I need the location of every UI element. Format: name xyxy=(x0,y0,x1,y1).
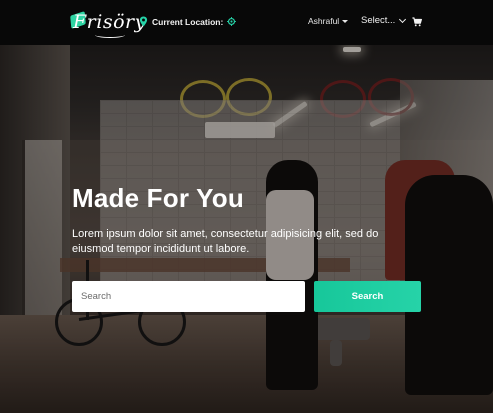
map-pin-icon xyxy=(139,16,148,27)
chevron-down-icon xyxy=(399,15,407,23)
user-menu[interactable]: Ashraful xyxy=(308,16,349,26)
hero-headline: Made For You xyxy=(72,183,244,213)
search-input[interactable] xyxy=(72,281,305,312)
caret-down-icon xyxy=(342,19,349,23)
logo-swoosh xyxy=(95,32,125,38)
current-location[interactable]: Current Location: xyxy=(139,16,237,27)
top-navbar: Frisöry Current Location: Ashraful Selec… xyxy=(0,0,493,45)
select-label: Select... xyxy=(361,15,396,26)
location-label: Current Location: xyxy=(152,16,224,27)
hero-subtext: Lorem ipsum dolor sit amet, consectetur … xyxy=(72,228,379,255)
crosshair-target-icon[interactable] xyxy=(227,17,237,26)
user-name-label: Ashraful xyxy=(308,16,340,26)
brand-logo[interactable]: Frisöry xyxy=(70,8,146,38)
shopping-cart-icon[interactable] xyxy=(412,17,422,27)
select-dropdown[interactable]: Select... xyxy=(361,15,407,26)
logo-text: Frisöry xyxy=(73,11,146,33)
search-button[interactable]: Search xyxy=(314,281,421,312)
